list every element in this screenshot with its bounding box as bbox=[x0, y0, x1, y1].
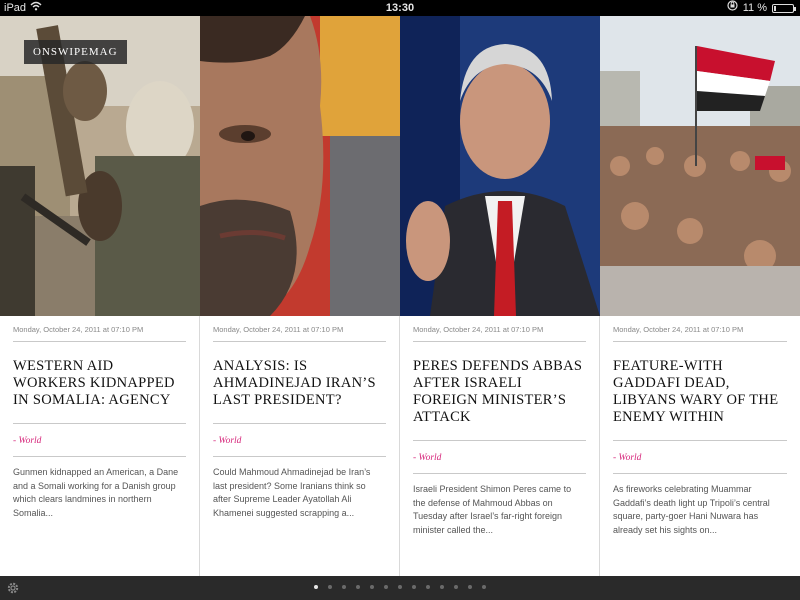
article-category[interactable]: - World bbox=[413, 453, 586, 474]
article-card[interactable]: ONSWIPEMAG Monday, October 24, 2011 at 0… bbox=[0, 16, 200, 576]
article-category[interactable]: - World bbox=[613, 453, 787, 474]
article-date: Monday, October 24, 2011 at 07:10 PM bbox=[13, 325, 186, 342]
page-dot[interactable] bbox=[370, 585, 374, 589]
bottom-toolbar bbox=[0, 576, 800, 600]
status-bar: iPad 13:30 11 % bbox=[0, 0, 800, 16]
article-photo[interactable] bbox=[400, 16, 600, 316]
page-dot[interactable] bbox=[314, 585, 318, 589]
page-dot[interactable] bbox=[454, 585, 458, 589]
page-indicator[interactable] bbox=[0, 585, 800, 589]
page-dot[interactable] bbox=[440, 585, 444, 589]
article-photo[interactable] bbox=[600, 16, 800, 316]
page-dot[interactable] bbox=[426, 585, 430, 589]
battery-percent: 11 % bbox=[742, 2, 767, 14]
page-dot[interactable] bbox=[412, 585, 416, 589]
page-dot[interactable] bbox=[468, 585, 472, 589]
article-category[interactable]: - World bbox=[13, 436, 186, 457]
page-dot[interactable] bbox=[384, 585, 388, 589]
article-title[interactable]: Peres defends Abbas after Israeli foreig… bbox=[413, 358, 586, 441]
page-dot[interactable] bbox=[398, 585, 402, 589]
article-photo[interactable] bbox=[200, 16, 400, 316]
article-date: Monday, October 24, 2011 at 07:10 PM bbox=[213, 325, 386, 342]
article-excerpt: As fireworks celebrating Muammar Gaddafi… bbox=[613, 484, 770, 535]
battery-level bbox=[774, 5, 776, 11]
page-dot[interactable] bbox=[356, 585, 360, 589]
page-dot[interactable] bbox=[482, 585, 486, 589]
article-card[interactable]: Monday, October 24, 2011 at 07:10 PM Fea… bbox=[600, 16, 800, 576]
page-dot[interactable] bbox=[328, 585, 332, 589]
article-date: Monday, October 24, 2011 at 07:10 PM bbox=[613, 325, 787, 342]
clock: 13:30 bbox=[385, 2, 415, 14]
article-title[interactable]: Analysis: Is Ahmadinejad Iran’s last pre… bbox=[213, 358, 386, 424]
battery-icon bbox=[772, 3, 796, 13]
article-title[interactable]: Western aid workers kidnapped in Somalia… bbox=[13, 358, 186, 424]
orientation-lock-icon bbox=[727, 0, 738, 16]
brand-logo[interactable]: ONSWIPEMAG bbox=[24, 40, 127, 64]
article-card[interactable]: Monday, October 24, 2011 at 07:10 PM Ana… bbox=[200, 16, 400, 576]
page-dot[interactable] bbox=[342, 585, 346, 589]
article-grid: ONSWIPEMAG Monday, October 24, 2011 at 0… bbox=[0, 16, 800, 576]
article-category[interactable]: - World bbox=[213, 436, 386, 457]
article-excerpt: Gunmen kidnapped an American, a Dane and… bbox=[13, 467, 179, 518]
article-excerpt: Could Mahmoud Ahmadinejad be Iran’s last… bbox=[213, 467, 371, 518]
article-date: Monday, October 24, 2011 at 07:10 PM bbox=[413, 325, 586, 342]
article-card[interactable]: Monday, October 24, 2011 at 07:10 PM Per… bbox=[400, 16, 600, 576]
article-excerpt: Israeli President Shimon Peres came to t… bbox=[413, 484, 572, 535]
article-title[interactable]: Feature-With Gaddafi dead, Libyans wary … bbox=[613, 358, 787, 441]
